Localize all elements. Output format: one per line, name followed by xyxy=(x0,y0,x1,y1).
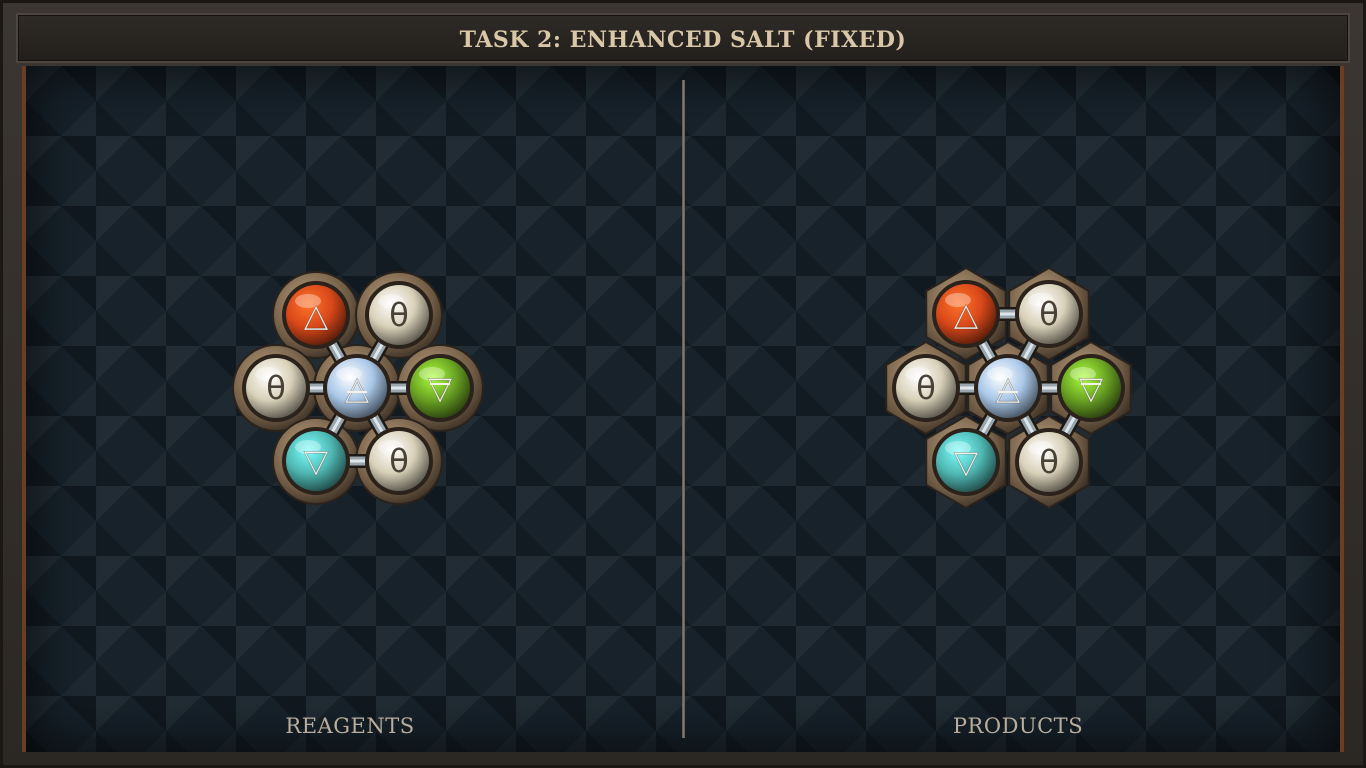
air-symbol-icon: △ xyxy=(345,369,370,407)
earth-symbol-icon: ▽ xyxy=(428,369,453,407)
products-atom-earth[interactable]: ▽ xyxy=(1057,354,1125,422)
salt-symbol-icon: θ xyxy=(389,442,409,480)
panel-divider xyxy=(682,80,685,738)
task-title: TASK 2: ENHANCED SALT (FIXED) xyxy=(459,27,907,53)
water-symbol-icon: ▽ xyxy=(954,443,979,481)
reagents-atom-salt[interactable]: θ xyxy=(365,427,433,495)
reagents-molecule[interactable]: △ θ θ △ ▽ ▽ θ xyxy=(232,271,485,505)
reagents-atom-air[interactable]: △ xyxy=(323,354,391,422)
salt-symbol-icon: θ xyxy=(389,296,409,334)
products-label: PRODUCTS xyxy=(952,714,1084,738)
reagents-atom-water[interactable]: ▽ xyxy=(282,427,350,495)
products-atom-air[interactable]: △ xyxy=(974,354,1042,422)
products-atom-salt[interactable]: θ xyxy=(1015,428,1083,496)
earth-symbol-icon: ▽ xyxy=(1079,369,1104,407)
salt-symbol-icon: θ xyxy=(266,369,286,407)
salt-symbol-icon: θ xyxy=(1039,443,1059,481)
products-atom-fire[interactable]: △ xyxy=(932,280,1000,348)
salt-symbol-icon: θ xyxy=(1039,295,1059,333)
title-bar: TASK 2: ENHANCED SALT (FIXED) xyxy=(16,13,1350,63)
reagents-label: REAGENTS xyxy=(285,714,415,738)
fire-symbol-icon: △ xyxy=(954,295,979,333)
salt-symbol-icon: θ xyxy=(916,369,936,407)
air-symbol-icon: △ xyxy=(996,369,1021,407)
products-atom-salt[interactable]: θ xyxy=(892,354,960,422)
reagents-atom-earth[interactable]: ▽ xyxy=(406,354,474,422)
reagents-atom-salt[interactable]: θ xyxy=(365,281,433,349)
reagents-atom-salt[interactable]: θ xyxy=(242,354,310,422)
products-atom-salt[interactable]: θ xyxy=(1015,280,1083,348)
fire-symbol-icon: △ xyxy=(304,296,329,334)
reagents-atom-fire[interactable]: △ xyxy=(282,281,350,349)
products-atom-water[interactable]: ▽ xyxy=(932,428,1000,496)
products-molecule[interactable]: △ θ θ △ ▽ ▽ θ xyxy=(883,266,1133,512)
water-symbol-icon: ▽ xyxy=(304,442,329,480)
